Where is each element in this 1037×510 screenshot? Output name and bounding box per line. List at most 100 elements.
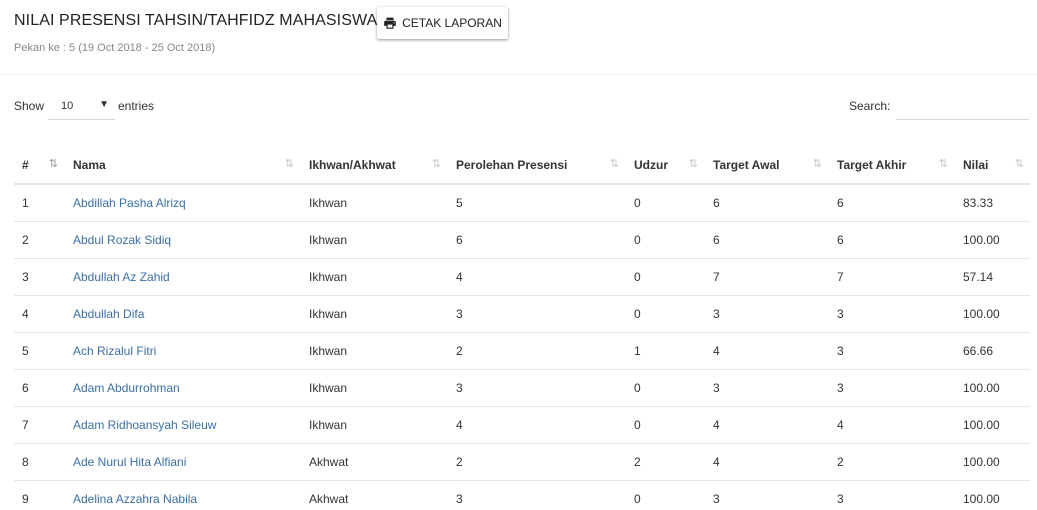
final-target-cell: 2 [828, 443, 954, 481]
sort-arrows-icon: ⇅ [938, 158, 948, 170]
score-cell: 100.00 [954, 406, 1030, 444]
gender-group-cell: Ikhwan [300, 332, 447, 370]
column-header-no[interactable]: # ⇅ [14, 147, 64, 185]
attendance-count-cell: 2 [447, 332, 625, 370]
excused-count-cell: 0 [625, 295, 704, 333]
initial-target-cell: 3 [704, 480, 828, 510]
row-number: 2 [14, 221, 64, 259]
row-number: 6 [14, 369, 64, 407]
search-label: Search: [849, 99, 891, 113]
final-target-cell: 7 [828, 258, 954, 296]
student-name-link[interactable]: Adam Abdurrohman [73, 381, 180, 395]
row-number: 5 [14, 332, 64, 370]
final-target-cell: 3 [828, 332, 954, 370]
entries-per-page-select[interactable]: 10 ▼ [48, 94, 115, 120]
student-name-cell: Ade Nurul Hita Alfiani [64, 443, 300, 481]
initial-target-cell: 4 [704, 443, 828, 481]
student-name-cell: Abdillah Pasha Alrizq [64, 184, 300, 222]
initial-target-cell: 4 [704, 332, 828, 370]
entries-label: entries [118, 99, 155, 113]
excused-count-cell: 0 [625, 369, 704, 407]
excused-count-cell: 0 [625, 184, 704, 222]
attendance-count-cell: 3 [447, 480, 625, 510]
student-name-link[interactable]: Adelina Azzahra Nabila [73, 492, 197, 506]
final-target-cell: 4 [828, 406, 954, 444]
student-name-link[interactable]: Ach Rizalul Fitri [73, 344, 156, 358]
score-cell: 100.00 [954, 369, 1030, 407]
student-name-cell: Ach Rizalul Fitri [64, 332, 300, 370]
student-name-link[interactable]: Abdullah Az Zahid [73, 270, 170, 284]
gender-group-cell: Akhwat [300, 480, 447, 510]
final-target-cell: 3 [828, 295, 954, 333]
student-name-cell: Abdullah Difa [64, 295, 300, 333]
column-header-nama[interactable]: Nama ⇅ [64, 147, 300, 185]
sort-arrows-icon: ⇅ [609, 158, 619, 170]
final-target-cell: 6 [828, 184, 954, 222]
row-number: 3 [14, 258, 64, 296]
row-number: 1 [14, 184, 64, 222]
score-cell: 57.14 [954, 258, 1030, 296]
excused-count-cell: 0 [625, 258, 704, 296]
initial-target-cell: 3 [704, 295, 828, 333]
header-divider [0, 74, 1037, 75]
column-header-perolehan-presensi[interactable]: Perolehan Presensi ⇅ [447, 147, 625, 185]
score-cell: 100.00 [954, 221, 1030, 259]
table-row: 6 Adam Abdurrohman Ikhwan 3 0 3 3 100.00 [14, 369, 1030, 407]
sort-arrows-icon: ⇅ [688, 158, 698, 170]
student-name-link[interactable]: Ade Nurul Hita Alfiani [73, 455, 186, 469]
excused-count-cell: 2 [625, 443, 704, 481]
gender-group-cell: Ikhwan [300, 184, 447, 222]
row-number: 4 [14, 295, 64, 333]
final-target-cell: 6 [828, 221, 954, 259]
column-header-udzur[interactable]: Udzur ⇅ [625, 147, 704, 185]
student-name-link[interactable]: Adam Ridhoansyah Sileuw [73, 418, 216, 432]
row-number: 9 [14, 480, 64, 510]
student-name-cell: Adelina Azzahra Nabila [64, 480, 300, 510]
excused-count-cell: 0 [625, 480, 704, 510]
excused-count-cell: 0 [625, 406, 704, 444]
column-header-target-akhir[interactable]: Target Akhir ⇅ [828, 147, 954, 185]
initial-target-cell: 4 [704, 406, 828, 444]
sort-arrows-icon: ⇅ [48, 158, 58, 170]
score-cell: 66.66 [954, 332, 1030, 370]
student-name-cell: Abdul Rozak Sidiq [64, 221, 300, 259]
print-report-label: CETAK LAPORAN [402, 16, 502, 30]
attendance-count-cell: 4 [447, 258, 625, 296]
initial-target-cell: 6 [704, 221, 828, 259]
caret-down-icon: ▼ [99, 99, 109, 110]
presensi-table: # ⇅ Nama ⇅ Ikhwan/Akhwat ⇅ Perolehan Presen… [14, 147, 1030, 510]
search-input[interactable] [896, 92, 1029, 120]
student-name-cell: Adam Abdurrohman [64, 369, 300, 407]
sort-arrows-icon: ⇅ [431, 158, 441, 170]
gender-group-cell: Ikhwan [300, 369, 447, 407]
initial-target-cell: 6 [704, 184, 828, 222]
score-cell: 100.00 [954, 295, 1030, 333]
table-row: 7 Adam Ridhoansyah Sileuw Ikhwan 4 0 4 4 100.00 [14, 406, 1030, 444]
final-target-cell: 3 [828, 369, 954, 407]
table-row: 1 Abdillah Pasha Alrizq Ikhwan 5 0 6 6 83.33 [14, 184, 1030, 222]
gender-group-cell: Ikhwan [300, 221, 447, 259]
row-number: 7 [14, 406, 64, 444]
column-header-target-awal[interactable]: Target Awal ⇅ [704, 147, 828, 185]
excused-count-cell: 1 [625, 332, 704, 370]
sort-arrows-icon: ⇅ [812, 158, 822, 170]
column-header-nilai[interactable]: Nilai ⇅ [954, 147, 1030, 185]
gender-group-cell: Ikhwan [300, 295, 447, 333]
table-row: 3 Abdullah Az Zahid Ikhwan 4 0 7 7 57.14 [14, 258, 1030, 296]
sort-arrows-icon: ⇅ [284, 158, 294, 170]
score-cell: 100.00 [954, 443, 1030, 481]
student-name-link[interactable]: Abdillah Pasha Alrizq [73, 196, 186, 210]
student-name-link[interactable]: Abdullah Difa [73, 307, 144, 321]
row-number: 8 [14, 443, 64, 481]
student-name-link[interactable]: Abdul Rozak Sidiq [73, 233, 171, 247]
page-title: NILAI PRESENSI TAHSIN/TAHFIDZ MAHASISWA [14, 12, 378, 29]
sort-arrows-icon: ⇅ [1014, 158, 1024, 170]
table-row: 4 Abdullah Difa Ikhwan 3 0 3 3 100.00 [14, 295, 1030, 333]
table-row: 9 Adelina Azzahra Nabila Akhwat 3 0 3 3 100.00 [14, 480, 1030, 510]
gender-group-cell: Ikhwan [300, 406, 447, 444]
table-body: 1 Abdillah Pasha Alrizq Ikhwan 5 0 6 6 83.33 2 Ab… [14, 184, 1030, 510]
column-header-ikhwan-akhwat[interactable]: Ikhwan/Akhwat ⇅ [300, 147, 447, 185]
excused-count-cell: 0 [625, 221, 704, 259]
initial-target-cell: 3 [704, 369, 828, 407]
print-report-button[interactable]: CETAK LAPORAN [377, 7, 508, 39]
